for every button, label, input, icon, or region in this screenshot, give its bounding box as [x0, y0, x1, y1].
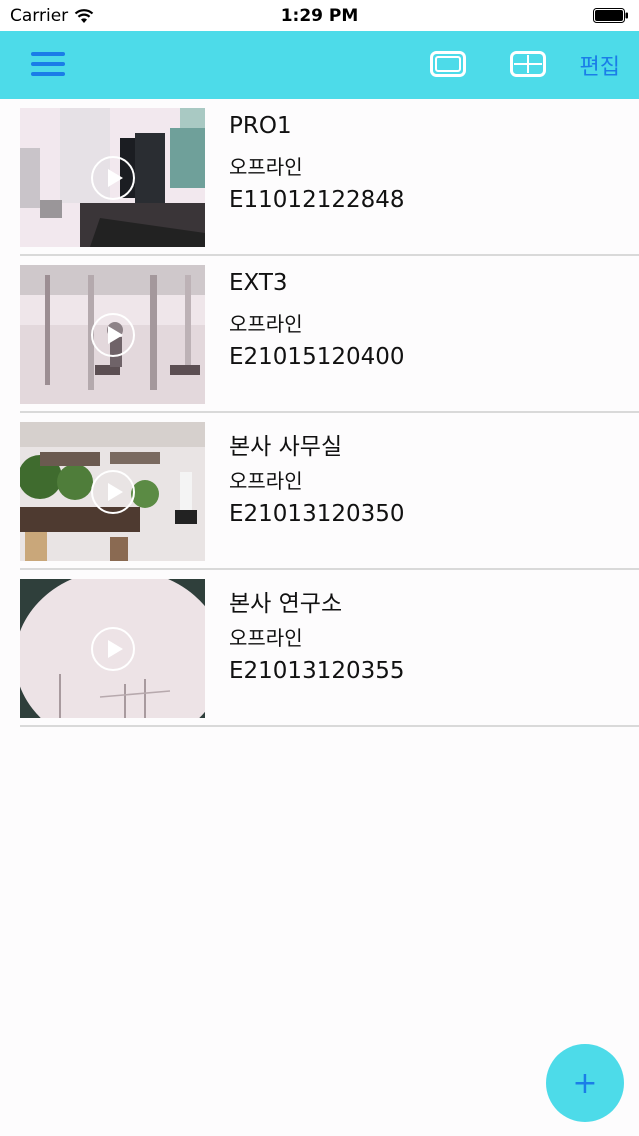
- camera-list: PRO1 오프라인 E11012122848 EXT3 오프라인 E210151…: [0, 99, 639, 727]
- battery-icon: [593, 8, 628, 23]
- camera-status: 오프라인: [229, 469, 303, 493]
- camera-status: 오프라인: [229, 155, 303, 179]
- camera-row[interactable]: EXT3 오프라인 E21015120400: [20, 256, 639, 413]
- add-camera-button[interactable]: +: [546, 1044, 624, 1122]
- camera-row[interactable]: 본사 사무실 오프라인 E21013120350: [20, 413, 639, 570]
- camera-name: EXT3: [229, 270, 288, 296]
- plus-icon: +: [572, 1065, 598, 1101]
- camera-status: 오프라인: [229, 626, 303, 650]
- play-icon[interactable]: [90, 469, 136, 515]
- play-icon[interactable]: [90, 155, 136, 201]
- camera-serial: E21013120355: [229, 658, 405, 684]
- camera-name: PRO1: [229, 113, 292, 139]
- camera-status: 오프라인: [229, 312, 303, 336]
- camera-row[interactable]: 본사 연구소 오프라인 E21013120355: [20, 570, 639, 727]
- camera-thumbnail[interactable]: [20, 579, 205, 718]
- camera-row[interactable]: PRO1 오프라인 E11012122848: [20, 99, 639, 256]
- play-icon[interactable]: [90, 626, 136, 672]
- camera-thumbnail[interactable]: [20, 265, 205, 404]
- top-toolbar: 편집: [0, 31, 639, 99]
- status-time: 1:29 PM: [280, 6, 359, 26]
- quad-view-icon[interactable]: [510, 51, 546, 77]
- menu-icon[interactable]: [31, 50, 65, 78]
- play-icon[interactable]: [90, 312, 136, 358]
- single-view-icon[interactable]: [430, 51, 466, 77]
- camera-serial: E21015120400: [229, 344, 405, 370]
- camera-thumbnail[interactable]: [20, 422, 205, 561]
- camera-serial: E11012122848: [229, 187, 405, 213]
- camera-name: 본사 연구소: [229, 591, 343, 617]
- status-bar: Carrier 1:29 PM: [0, 0, 639, 31]
- camera-name: 본사 사무실: [229, 434, 343, 460]
- camera-thumbnail[interactable]: [20, 108, 205, 247]
- camera-serial: E21013120350: [229, 501, 405, 527]
- edit-button[interactable]: 편집: [580, 49, 620, 81]
